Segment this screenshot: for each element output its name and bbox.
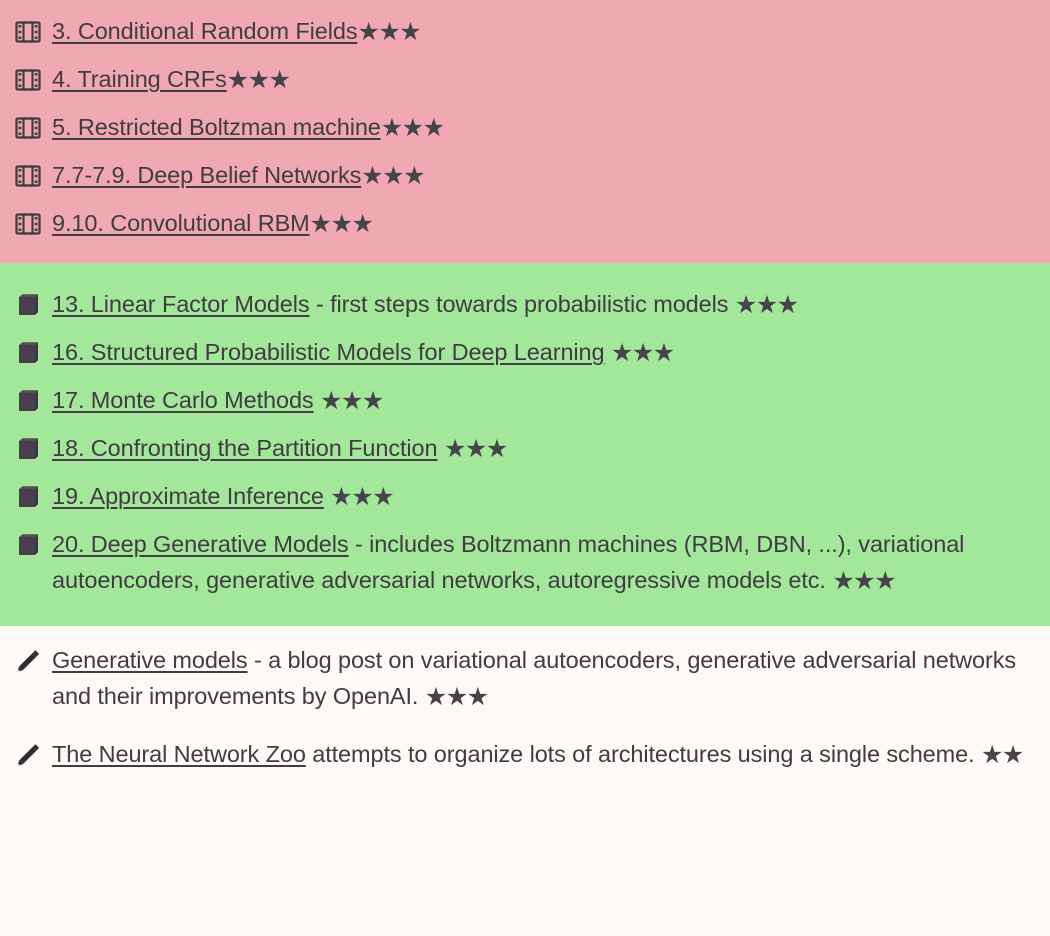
book-chapters-section: 13. Linear Factor Models - first steps t… <box>0 263 1050 626</box>
item-link[interactable]: 9.10. Convolutional RBM <box>52 210 310 236</box>
content-list-page: 3. Conditional Random Fields★★★ 4. Traini… <box>0 0 1050 936</box>
item-description: attempts to organize lots of architectur… <box>305 741 981 767</box>
book-icon <box>14 387 42 415</box>
list-item: 5. Restricted Boltzman machine★★★ <box>14 109 1036 146</box>
list-item: 7.7-7.9. Deep Belief Networks★★★ <box>14 157 1036 194</box>
rating-stars: ★★★ <box>320 387 384 415</box>
list-item: 4. Training CRFs★★★ <box>14 61 1036 98</box>
list-item: 3. Conditional Random Fields★★★ <box>14 13 1036 50</box>
book-icon <box>14 483 42 511</box>
rating-stars: ★★★ <box>309 210 374 238</box>
rating-stars: ★★★ <box>610 339 675 367</box>
item-link[interactable]: 17. Monte Carlo Methods <box>52 387 314 413</box>
rating-stars: ★★★ <box>443 435 508 463</box>
film-icon <box>14 18 42 46</box>
film-icon <box>14 66 42 94</box>
item-link[interactable]: 4. Training CRFs <box>52 66 227 92</box>
item-link[interactable]: Generative models <box>52 647 248 673</box>
rating-stars: ★★ <box>980 741 1024 769</box>
rating-stars: ★★★ <box>832 567 896 595</box>
book-icon <box>14 291 42 319</box>
video-lectures-section: 3. Conditional Random Fields★★★ 4. Traini… <box>0 0 1050 263</box>
rating-stars: ★★★ <box>226 66 291 94</box>
item-link[interactable]: 19. Approximate Inference <box>52 483 324 509</box>
item-description: - first steps towards probabilistic mode… <box>309 291 735 317</box>
list-item: 17. Monte Carlo Methods ★★★ <box>14 382 1036 419</box>
rating-stars: ★★★ <box>357 18 421 46</box>
list-item: 18. Confronting the Partition Function ★… <box>14 430 1036 467</box>
item-link[interactable]: 7.7-7.9. Deep Belief Networks <box>52 162 361 188</box>
film-icon <box>14 210 42 238</box>
rating-stars: ★★★ <box>734 291 799 319</box>
list-item: The Neural Network Zoo attempts to organ… <box>14 736 1036 773</box>
item-link[interactable]: 18. Confronting the Partition Function <box>52 435 438 461</box>
rating-stars: ★★★ <box>330 483 394 511</box>
list-item: 16. Structured Probabilistic Models for … <box>14 334 1036 371</box>
item-link[interactable]: 5. Restricted Boltzman machine <box>52 114 381 140</box>
item-link[interactable]: 3. Conditional Random Fields <box>52 18 358 44</box>
item-link[interactable]: The Neural Network Zoo <box>52 741 306 767</box>
rating-stars: ★★★ <box>380 114 445 142</box>
rating-stars: ★★★ <box>424 683 489 711</box>
book-icon <box>14 531 42 559</box>
blog-posts-section: Generative models - a blog post on varia… <box>0 626 1050 804</box>
pencil-icon <box>14 647 42 675</box>
book-icon <box>14 339 42 367</box>
film-icon <box>14 162 42 190</box>
list-item: 19. Approximate Inference ★★★ <box>14 478 1036 515</box>
item-link[interactable]: 20. Deep Generative Models <box>52 531 349 557</box>
rating-stars: ★★★ <box>361 162 425 190</box>
pencil-icon <box>14 741 42 769</box>
list-item: 20. Deep Generative Models - includes Bo… <box>14 526 1036 599</box>
book-icon <box>14 435 42 463</box>
list-item: 9.10. Convolutional RBM★★★ <box>14 205 1036 242</box>
item-link[interactable]: 16. Structured Probabilistic Models for … <box>52 339 605 365</box>
list-item: 13. Linear Factor Models - first steps t… <box>14 286 1036 323</box>
film-icon <box>14 114 42 142</box>
item-link[interactable]: 13. Linear Factor Models <box>52 291 310 317</box>
list-item: Generative models - a blog post on varia… <box>14 642 1036 715</box>
